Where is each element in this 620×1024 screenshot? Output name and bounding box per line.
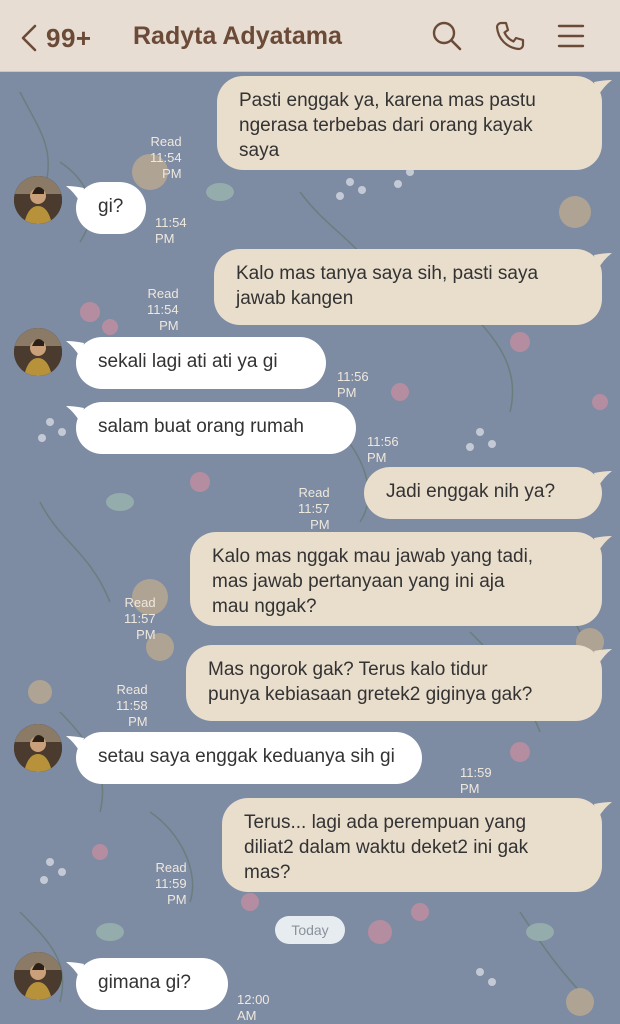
message-meta: 12:00 AM — [237, 992, 270, 1024]
message-bubble[interactable]: Terus... lagi ada perempuan yang diliat2 … — [222, 798, 602, 892]
message-text-line: jawab kangen — [236, 288, 354, 309]
avatar-photo-icon — [14, 724, 62, 772]
message-text-line: mas? — [244, 862, 291, 883]
read-receipt: Read — [155, 860, 187, 875]
message-text-line: Jadi enggak nih ya? — [386, 481, 556, 502]
phone-icon — [495, 21, 525, 51]
read-receipt: Read — [116, 682, 148, 697]
unread-count: 99+ — [46, 22, 92, 53]
message-time: 11:58 PM — [116, 698, 148, 729]
message-text-line: Pasti enggak ya, karena mas pastu — [239, 90, 536, 111]
date-separator: Today — [275, 916, 345, 944]
read-receipt: Read — [298, 485, 330, 500]
chevron-left-icon — [21, 24, 37, 52]
chat-area[interactable]: Pasti enggak ya, karena mas pastu ngerasa… — [0, 72, 620, 1024]
bubble-tail — [594, 802, 612, 818]
read-receipt: Read — [150, 134, 182, 149]
message-meta: Read 11:59 PM — [155, 860, 187, 908]
menu-icon — [557, 24, 585, 48]
message-text-line: gimana gi? — [98, 972, 191, 993]
message-bubble[interactable]: Pasti enggak ya, karena mas pastu ngerasa… — [217, 76, 602, 170]
message-meta: 11:54 PM — [155, 215, 187, 247]
message-text-line: salam buat orang rumah — [98, 416, 304, 437]
message-time: 11:56 PM — [367, 434, 399, 465]
message-meta: Read 11:54 PM — [150, 134, 182, 182]
search-icon — [432, 21, 462, 51]
message-time: 11:54 PM — [155, 215, 187, 246]
message-meta: 11:56 PM — [337, 369, 369, 401]
bubble-tail — [66, 186, 84, 202]
message-time: 11:59 PM — [460, 765, 492, 796]
message-time: 11:57 PM — [124, 611, 156, 642]
message-meta: 11:56 PM — [367, 434, 399, 466]
message-time: 11:59 PM — [155, 876, 187, 907]
bubble-tail — [66, 736, 84, 752]
contact-avatar[interactable] — [14, 952, 62, 1000]
bubble-tail — [594, 471, 612, 487]
message-text-line: Kalo mas nggak mau jawab yang tadi, — [212, 546, 534, 567]
message-text-line: setau saya enggak keduanya sih gi — [98, 746, 395, 767]
message-meta: Read 11:57 PM — [124, 595, 156, 643]
avatar-photo-icon — [14, 952, 62, 1000]
message-meta: Read 11:57 PM — [298, 485, 330, 533]
message-bubble[interactable]: sekali lagi ati ati ya gi — [76, 337, 326, 389]
bubble-tail — [594, 536, 612, 552]
bubble-tail — [66, 341, 84, 357]
chat-title: Radyta Adyatama — [133, 22, 342, 50]
chat-header: 99+ Radyta Adyatama — [0, 0, 620, 72]
read-receipt: Read — [124, 595, 156, 610]
message-meta: 11:59 PM — [460, 765, 492, 797]
message-bubble[interactable]: gimana gi? — [76, 958, 228, 1010]
message-text-line: mau nggak? — [212, 596, 317, 617]
contact-avatar[interactable] — [14, 176, 62, 224]
bubble-tail — [594, 253, 612, 269]
message-time: 11:54 PM — [150, 150, 182, 181]
message-time: 11:57 PM — [298, 501, 330, 532]
search-button[interactable] — [429, 18, 465, 54]
contact-avatar[interactable] — [14, 724, 62, 772]
message-text-line: punya kebiasaan gretek2 giginya gak? — [208, 684, 533, 705]
message-time: 12:00 AM — [237, 992, 270, 1023]
avatar-photo-icon — [14, 176, 62, 224]
avatar-photo-icon — [14, 328, 62, 376]
message-meta: Read 11:54 PM — [147, 286, 179, 334]
message-text-line: diliat2 dalam waktu deket2 ini gak — [244, 837, 529, 858]
bubble-tail — [66, 406, 84, 422]
message-meta: Read 11:58 PM — [116, 682, 148, 730]
message-bubble[interactable]: gi? — [76, 182, 146, 234]
message-bubble[interactable]: salam buat orang rumah — [76, 402, 356, 454]
bubble-tail — [594, 80, 612, 96]
bubble-tail — [66, 962, 84, 978]
message-text-line: sekali lagi ati ati ya gi — [98, 351, 278, 372]
message-text-line: Terus... lagi ada perempuan yang — [244, 812, 527, 833]
message-bubble[interactable]: Kalo mas nggak mau jawab yang tadi, mas j… — [190, 532, 602, 626]
message-bubble[interactable]: setau saya enggak keduanya sih gi — [76, 732, 422, 784]
message-bubble[interactable]: Jadi enggak nih ya? — [364, 467, 602, 519]
message-text-line: ngerasa terbebas dari orang kayak — [239, 115, 533, 136]
message-text-line: mas jawab pertanyaan yang ini aja — [212, 571, 505, 592]
message-text-line: Mas ngorok gak? Terus kalo tidur — [208, 659, 488, 680]
call-button[interactable] — [492, 18, 528, 54]
message-text-line: saya — [239, 140, 280, 161]
message-time: 11:54 PM — [147, 302, 179, 333]
message-text-line: Kalo mas tanya saya sih, pasti saya — [236, 263, 539, 284]
message-time: 11:56 PM — [337, 369, 369, 400]
message-bubble[interactable]: Kalo mas tanya saya sih, pasti saya jawab… — [214, 249, 602, 325]
bubble-tail — [594, 649, 612, 665]
menu-button[interactable] — [553, 18, 589, 54]
back-button[interactable]: 99+ — [18, 18, 92, 58]
message-text-line: gi? — [98, 196, 124, 217]
chat-app: 99+ Radyta Adyatama Pasti enggak ya, kar… — [0, 0, 620, 1024]
contact-avatar[interactable] — [14, 328, 62, 376]
message-bubble[interactable]: Mas ngorok gak? Terus kalo tidur punya ke… — [186, 645, 602, 721]
read-receipt: Read — [147, 286, 179, 301]
